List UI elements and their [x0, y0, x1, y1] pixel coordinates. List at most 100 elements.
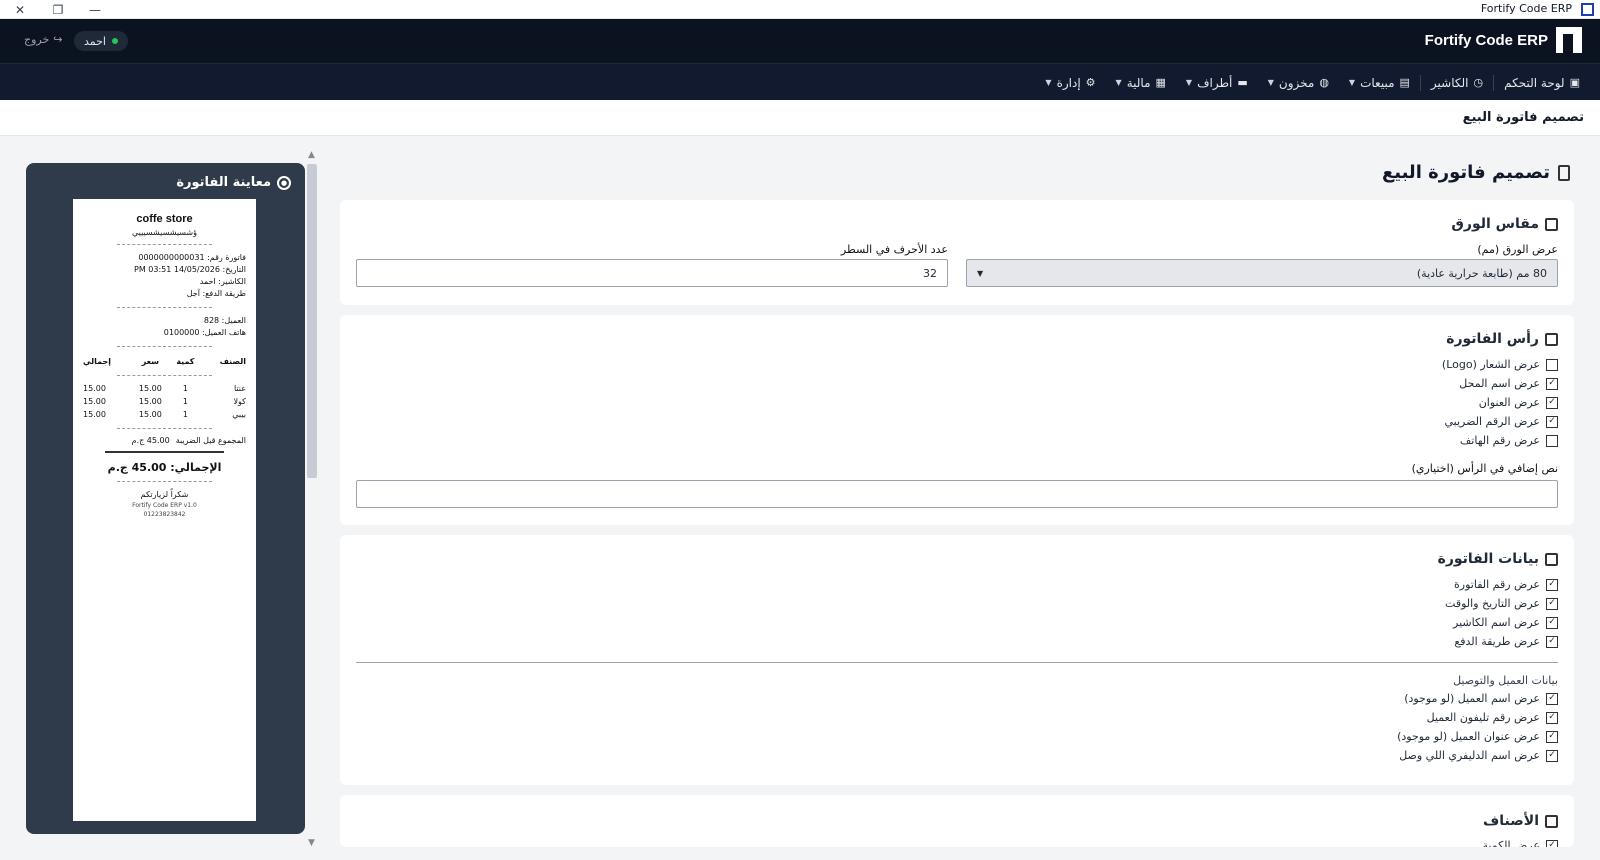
preview-scrollbar[interactable]: ▲ ▼ — [305, 150, 319, 848]
checkbox-checked[interactable]: ✓ — [1546, 749, 1558, 762]
scroll-down-icon[interactable]: ▼ — [308, 838, 315, 848]
cell: 15.00 — [138, 397, 162, 406]
page-title: تصميم فاتورة البيع — [1462, 110, 1584, 125]
invoice-data-title-text: بيانات الفاتورة — [1437, 551, 1539, 567]
option-label: عرض عنوان العميل (لو موجود) — [1397, 730, 1540, 743]
option-show-invoice-number[interactable]: ✓ عرض رقم الفاتورة — [1454, 578, 1558, 591]
section-divider — [356, 662, 1558, 663]
window-titlebar: ✕ ❐ — Fortify Code ERP — [0, 0, 1600, 19]
close-icon: ✕ — [14, 2, 26, 17]
checkbox-checked[interactable]: ✓ — [1546, 730, 1558, 743]
checkbox-checked[interactable]: ✓ — [1546, 377, 1558, 390]
receipt-divider — [117, 346, 212, 347]
nav-finance[interactable]: ▦ مالية ▼ — [1106, 64, 1176, 101]
checkbox-checked[interactable]: ✓ — [1546, 839, 1558, 847]
checkbox-checked[interactable]: ✓ — [1546, 396, 1558, 409]
option-show-datetime[interactable]: ✓ عرض التاريخ والوقت — [1445, 597, 1558, 610]
cell: 15.00 — [138, 384, 162, 393]
nav-parties[interactable]: ▬ أطراف ▼ — [1176, 64, 1258, 101]
app-icon — [1581, 3, 1594, 16]
receipt-total-divider — [105, 451, 224, 453]
receipt-subtitle: ؤشسيشسيشسيييي — [132, 228, 197, 237]
checkbox-checked[interactable]: ✓ — [1546, 597, 1558, 610]
minimize-icon: — — [89, 2, 101, 17]
option-show-payment[interactable]: ✓ عرض طريقة الدفع — [1454, 635, 1558, 648]
option-label: عرض التاريخ والوقت — [1445, 597, 1540, 610]
cell: كولا — [233, 397, 246, 406]
nav-inventory[interactable]: ◍ مخزون ▼ — [1258, 64, 1339, 101]
option-label: عرض رقم الهاتف — [1459, 434, 1540, 447]
option-show-customer-name[interactable]: ✓ عرض اسم العميل (لو موجود) — [1404, 692, 1558, 705]
minimize-window-button[interactable]: — — [77, 0, 113, 19]
brand-logo-icon — [1556, 27, 1582, 53]
nav-admin[interactable]: ⚙ إدارة ▼ — [1035, 64, 1105, 101]
chars-per-line-value: 32 — [923, 266, 937, 280]
option-show-cashier[interactable]: ✓ عرض اسم الكاشير — [1453, 616, 1558, 629]
option-show-shop-name[interactable]: ✓ عرض اسم المحل — [1459, 377, 1558, 390]
receipt-payment: طريقة الدفع: آجل — [186, 289, 246, 298]
close-window-button[interactable]: ✕ — [2, 0, 38, 19]
items-card-title: الأصناف — [1483, 813, 1558, 829]
option-show-logo[interactable]: عرض الشعار (Logo) — [1442, 358, 1558, 371]
nav-dashboard[interactable]: ▣ لوحة التحكم — [1494, 64, 1590, 101]
checkbox-checked[interactable]: ✓ — [1546, 635, 1558, 648]
online-status-icon — [112, 38, 118, 44]
receipt-divider — [117, 307, 212, 308]
subtotal-value: 45.00 ج.م — [131, 436, 170, 445]
brand[interactable]: Fortify Code ERP — [1425, 27, 1582, 53]
checkbox-checked[interactable]: ✓ — [1546, 711, 1558, 724]
checkbox-checked[interactable]: ✓ — [1546, 616, 1558, 629]
preview-title: معاينة الفاتورة — [176, 175, 271, 190]
extra-header-label: نص إضافي في الرأس (اختياري) — [1411, 462, 1558, 475]
logout-label: خروج — [24, 33, 50, 46]
option-label: عرض اسم الكاشير — [1453, 616, 1540, 629]
cell: 15.00 — [138, 410, 162, 419]
user-name: احمد — [84, 34, 106, 48]
option-show-customer-address[interactable]: ✓ عرض عنوان العميل (لو موجود) — [1397, 730, 1558, 743]
option-show-address[interactable]: ✓ عرض العنوان — [1479, 396, 1558, 409]
checkbox-checked[interactable]: ✓ — [1546, 692, 1558, 705]
checkbox-checked[interactable]: ✓ — [1546, 578, 1558, 591]
option-show-customer-phone[interactable]: ✓ عرض رقم تليفون العميل — [1427, 711, 1558, 724]
checkbox-unchecked[interactable] — [1546, 434, 1558, 447]
paper-width-select[interactable]: 80 مم (طابعة حرارية عادية) ▼ — [966, 259, 1558, 287]
user-badge[interactable]: احمد — [74, 31, 128, 51]
cashier-icon: ◷ — [1473, 76, 1484, 89]
logout-button[interactable]: خروج ↪ — [24, 33, 63, 46]
main-nav: ▣ لوحة التحكم ◷ الكاشير ▤ مبيعات ▼ ◍ مخزون ▼ ▬… — [0, 63, 1600, 100]
chars-per-line-input[interactable]: 32 — [356, 259, 948, 287]
checkbox-checked[interactable]: ✓ — [1546, 415, 1558, 428]
option-show-quantity[interactable]: ✓ عرض الكمية — [1483, 839, 1558, 847]
header-card-title: رأس الفاتورة — [1446, 331, 1558, 347]
option-show-tax-number[interactable]: ✓ عرض الرقم الضريبي — [1444, 415, 1558, 428]
receipt-customer: العميل: 828 — [203, 316, 246, 325]
nav-label: مخزون — [1278, 75, 1315, 90]
nav-cashier[interactable]: ◷ الكاشير — [1421, 64, 1493, 101]
invoice-data-title: بيانات الفاتورة — [1438, 551, 1558, 567]
nav-sales[interactable]: ▤ مبيعات ▼ — [1339, 64, 1420, 101]
preview-header: ● معاينة الفاتورة — [176, 175, 291, 190]
receipt-customer-phone: هاتف العميل: 0100000 — [163, 328, 246, 337]
nav-label: لوحة التحكم — [1504, 75, 1565, 90]
paper-width-value: 80 مم (طابعة حرارية عادية) — [1416, 266, 1547, 280]
receipt-cashier: الكاشير: احمد — [199, 277, 246, 286]
paper-card-title: مقاس الورق — [1451, 216, 1558, 232]
parties-icon: ▬ — [1237, 76, 1248, 89]
scroll-up-icon[interactable]: ▲ — [308, 150, 315, 160]
chevron-down-icon: ▼ — [1267, 78, 1274, 87]
restore-window-button[interactable]: ❐ — [40, 0, 76, 19]
scrollbar-thumb[interactable] — [307, 164, 317, 478]
option-label: عرض الرقم الضريبي — [1444, 415, 1540, 428]
checkbox-unchecked[interactable] — [1546, 358, 1558, 371]
receipt-table-header: الصنف كمية سعر إجمالي — [83, 354, 246, 369]
option-label: عرض اسم الدليفري اللي وصل — [1399, 749, 1540, 762]
page-titlebar: تصميم فاتورة البيع — [0, 100, 1600, 136]
main-heading-text: تصميم فاتورة البيع — [1381, 162, 1550, 183]
cell: 15.00 — [83, 384, 106, 393]
option-label: عرض رقم تليفون العميل — [1426, 711, 1540, 724]
option-show-delivery-name[interactable]: ✓ عرض اسم الدليفري اللي وصل — [1399, 749, 1558, 762]
chevron-down-icon: ▼ — [1348, 78, 1356, 87]
extra-header-input[interactable] — [356, 480, 1558, 508]
receipt-preview: coffe store ؤشسيشسيشسيييي فاتورة رقم: 00… — [73, 199, 256, 821]
option-show-phone[interactable]: عرض رقم الهاتف — [1460, 434, 1558, 447]
